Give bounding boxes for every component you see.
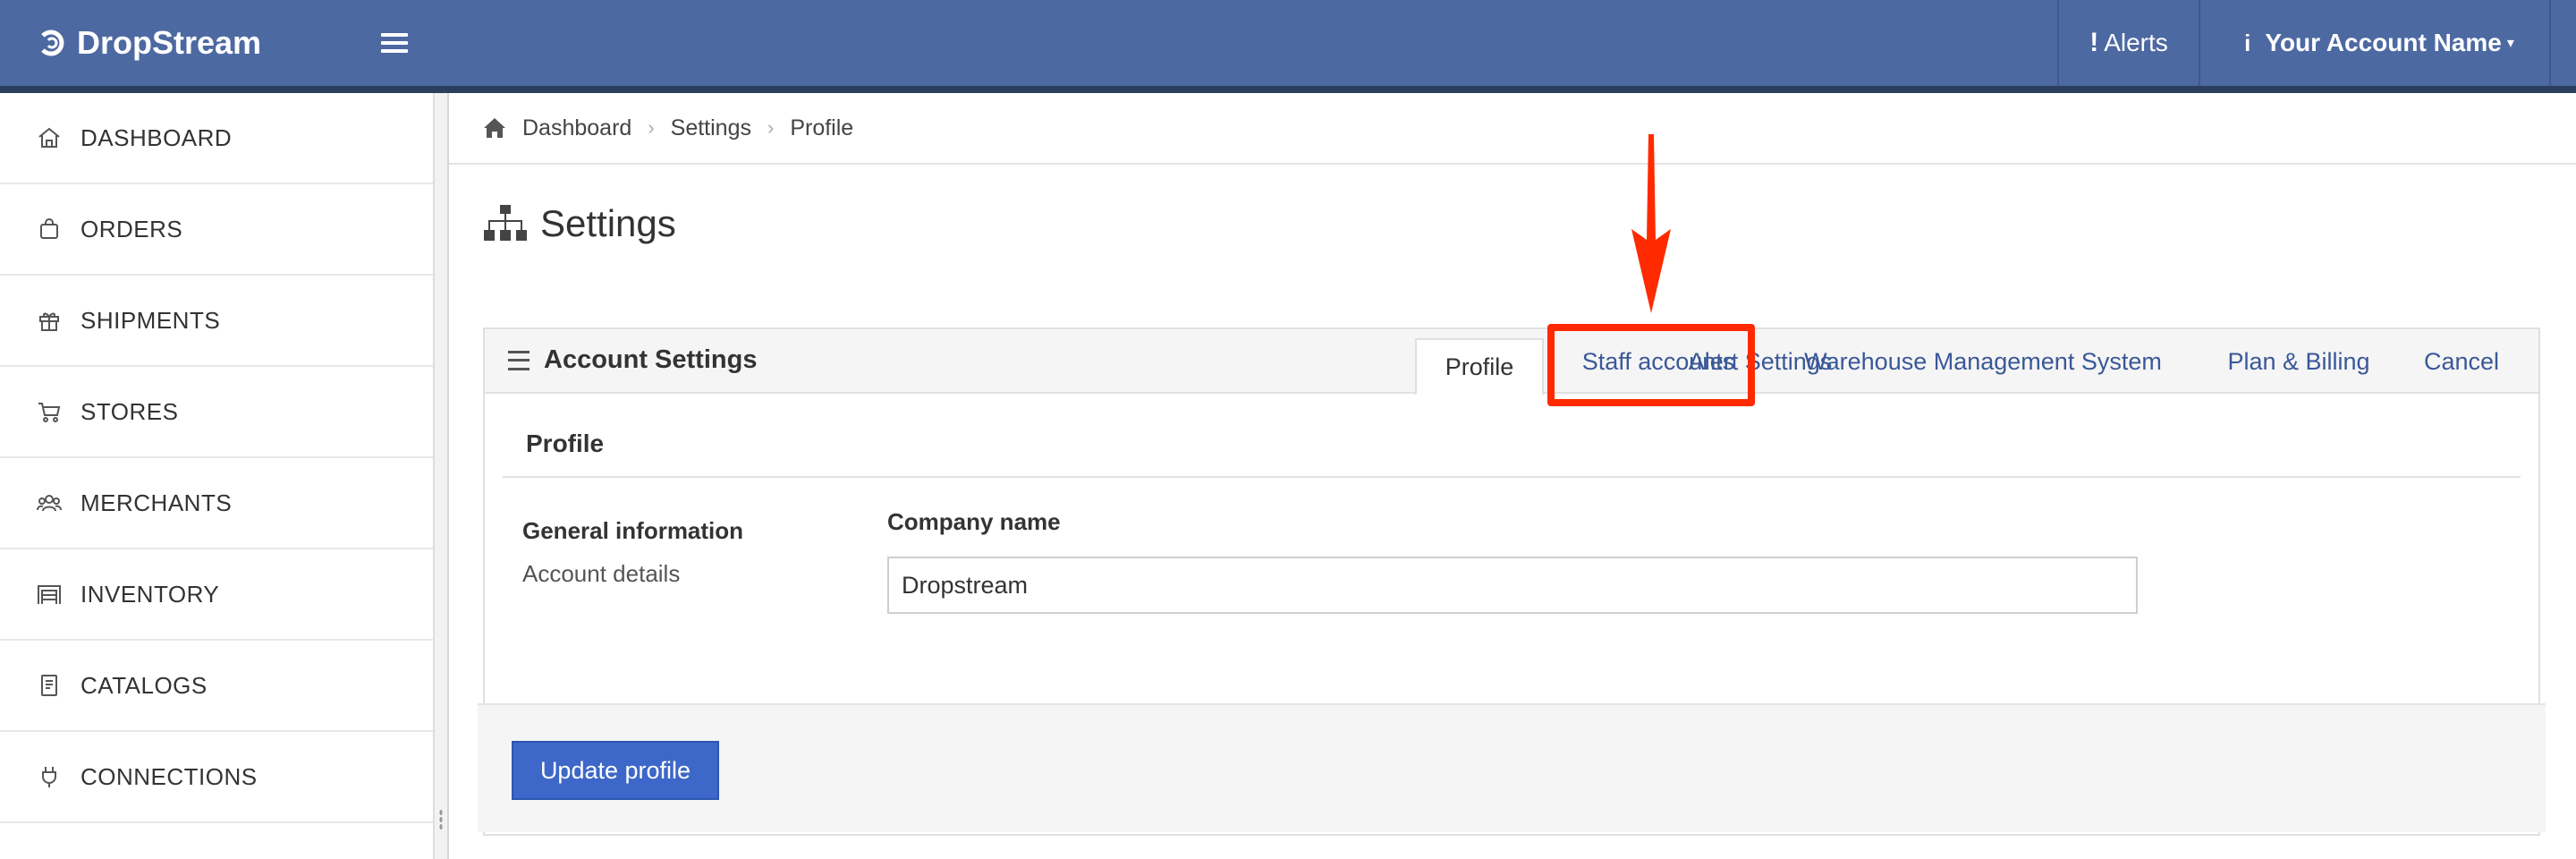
tab-plan-billing[interactable]: Plan & Billing — [2202, 329, 2395, 394]
sidebar-item-merchants[interactable]: MERCHANTS — [0, 458, 433, 549]
update-profile-button[interactable]: Update profile — [512, 741, 719, 800]
alerts-link[interactable]: ! Alerts — [2057, 0, 2200, 86]
brand-logo[interactable]: DropStream — [36, 23, 261, 63]
top-navbar: DropStream ! Alerts i Your Account Name … — [0, 0, 2576, 86]
book-icon — [41, 675, 57, 696]
panel-footer: Update profile — [478, 703, 2546, 832]
panel-title: Account Settings — [508, 345, 757, 375]
tab-label: Profile — [1445, 353, 1514, 380]
list-menu-icon — [508, 350, 530, 370]
sidebar-item-label: DASHBOARD — [80, 123, 233, 151]
sidebar-toggle-menu-icon[interactable] — [381, 30, 408, 56]
users-icon — [37, 495, 62, 512]
warehouse-icon — [38, 585, 61, 604]
account-dropdown[interactable]: i Your Account Name ▾ — [2200, 0, 2558, 86]
shopping-bag-icon — [40, 218, 58, 239]
sitemap-icon — [484, 205, 527, 241]
breadcrumb-profile: Profile — [790, 115, 854, 140]
breadcrumb-dashboard[interactable]: Dashboard — [522, 115, 631, 141]
breadcrumb-settings[interactable]: Settings — [671, 115, 751, 141]
tab-cancel[interactable]: Cancel — [2408, 329, 2515, 394]
breadcrumb: Dashboard › Settings › Profile — [449, 93, 2576, 165]
tab-label: Cancel — [2423, 347, 2500, 375]
home-icon — [38, 127, 60, 148]
panel-title-text: Account Settings — [544, 345, 758, 374]
home-icon[interactable] — [483, 117, 506, 139]
sidebar-item-label: CATALOGS — [80, 671, 208, 699]
dropstream-logo-icon — [41, 30, 64, 56]
brand-name: DropStream — [77, 24, 262, 61]
sidebar: DASHBOARD ORDERS SHIPMENTS STORES MERCHA… — [0, 93, 435, 859]
sidebar-item-dashboard[interactable]: DASHBOARD — [0, 93, 433, 184]
sidebar-item-catalogs[interactable]: CATALOGS — [0, 641, 433, 732]
section-divider — [503, 476, 2521, 478]
sidebar-item-orders[interactable]: ORDERS — [0, 184, 433, 276]
tab-label: Warehouse Management System — [1804, 347, 2162, 375]
exclamation-icon: ! — [2089, 28, 2099, 57]
section-title: Profile — [526, 430, 605, 457]
account-name: Your Account Name — [2265, 29, 2502, 56]
sidebar-item-label: INVENTORY — [80, 580, 220, 608]
navbar-bottom-strip — [0, 86, 2576, 93]
chevron-right-icon: › — [648, 116, 655, 139]
chevron-right-icon: › — [767, 116, 775, 139]
gift-box-icon — [39, 312, 59, 331]
info-icon: i — [2244, 29, 2251, 56]
company-name-label: Company name — [887, 508, 1061, 535]
sidebar-item-label: STORES — [80, 397, 179, 425]
sidebar-item-connections[interactable]: CONNECTIONS — [0, 732, 433, 823]
sidebar-item-label: ORDERS — [80, 215, 183, 242]
sidebar-item-label: MERCHANTS — [80, 489, 233, 516]
sidebar-item-inventory[interactable]: INVENTORY — [0, 549, 433, 641]
account-details-subheading: Account details — [522, 560, 681, 587]
general-information-heading: General information — [522, 517, 744, 544]
sidebar-item-shipments[interactable]: SHIPMENTS — [0, 276, 433, 367]
sidebar-resize-handle[interactable] — [435, 93, 449, 859]
navbar-divider — [2549, 0, 2551, 86]
cart-icon — [38, 403, 61, 422]
annotation-highlight-box — [1547, 324, 1755, 406]
sidebar-item-label: CONNECTIONS — [80, 762, 258, 790]
page-title: Settings — [483, 202, 676, 245]
drag-grip-icon — [439, 809, 443, 830]
alerts-label: Alerts — [2104, 29, 2168, 56]
sidebar-item-stores[interactable]: STORES — [0, 367, 433, 458]
tab-label: Plan & Billing — [2227, 347, 2370, 375]
tab-profile[interactable]: Profile — [1415, 338, 1544, 395]
page-title-text: Settings — [540, 202, 676, 244]
sidebar-item-label: SHIPMENTS — [80, 306, 221, 334]
panel-header: Account Settings Alert Settings Profile … — [485, 329, 2538, 395]
caret-down-icon: ▾ — [2506, 36, 2514, 51]
annotation-arrow-icon — [1631, 134, 1671, 313]
company-name-input[interactable] — [887, 557, 2138, 614]
plug-icon — [42, 767, 56, 787]
tab-warehouse-management-system[interactable]: Warehouse Management System — [1782, 329, 2184, 394]
